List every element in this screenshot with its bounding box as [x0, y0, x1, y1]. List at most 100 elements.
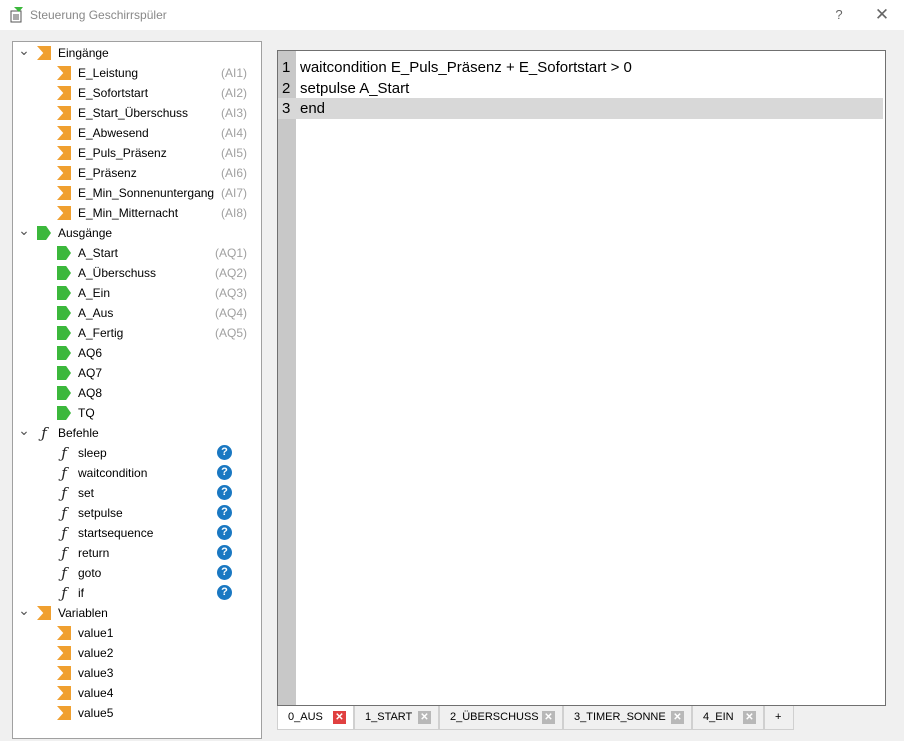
tree-item-value5[interactable]: value5 [13, 703, 261, 723]
tab-close-icon[interactable]: ✕ [418, 711, 431, 724]
code-line[interactable]: 2 setpulse A_Start [278, 78, 883, 99]
line-number: 1 [282, 59, 291, 76]
tree-item-setpulse[interactable]: ƒ setpulse? [13, 503, 261, 523]
code-line[interactable]: 3 end [278, 98, 883, 119]
tab-4-ein[interactable]: 4_EIN ✕ [692, 706, 764, 730]
tree-item-set[interactable]: ƒ set? [13, 483, 261, 503]
tree-item-e-abwesend[interactable]: E_Abwesend (AI4) [13, 123, 261, 143]
tree-group-variablen[interactable]: ⌄ Variablen [13, 603, 261, 623]
help-icon[interactable]: ? [217, 525, 232, 540]
code-text[interactable]: waitcondition E_Puls_Präsenz + E_Soforts… [300, 57, 632, 78]
tree-item-e-min-mitternacht[interactable]: E_Min_Mitternacht (AI8) [13, 203, 261, 223]
tree-label: E_Präsenz [78, 166, 137, 180]
tree-item-e-min-sonnenuntergang[interactable]: E_Min_Sonnenuntergang (AI7) [13, 183, 261, 203]
tree-item-return[interactable]: ƒ return? [13, 543, 261, 563]
title-bar: Steuerung Geschirrspüler ? ✕ [0, 0, 904, 30]
tab-close-icon[interactable]: ✕ [671, 711, 684, 724]
tree-item-e-start-überschuss[interactable]: E_Start_Überschuss (AI3) [13, 103, 261, 123]
line-number-gutter [278, 51, 296, 705]
tab-2-überschuss[interactable]: 2_ÜBERSCHUSS ✕ [439, 706, 563, 730]
output-arrow-icon [37, 226, 51, 240]
tree-alias: (AI4) [220, 126, 247, 140]
tab-1-start[interactable]: 1_START ✕ [354, 706, 439, 730]
tree-label: Ausgänge [58, 226, 113, 240]
function-icon: ƒ [61, 444, 67, 462]
help-icon[interactable]: ? [217, 585, 232, 600]
tab-label: + [775, 711, 782, 723]
add-tab-button[interactable]: + [764, 706, 794, 730]
tree-alias: (AI8) [220, 206, 247, 220]
expand-chevron-icon[interactable]: ⌄ [18, 223, 30, 243]
tree-label: TQ [78, 406, 95, 420]
tree-alias: (AI1) [220, 66, 247, 80]
function-icon: ƒ [61, 584, 67, 602]
output-arrow-icon [57, 266, 71, 280]
tree-group-befehle[interactable]: ⌄ ƒ Befehle [13, 423, 261, 443]
tree-item-goto[interactable]: ƒ goto? [13, 563, 261, 583]
input-flag-icon [37, 606, 51, 620]
tree-alias: (AI3) [220, 106, 247, 120]
tree-group-ausgänge[interactable]: ⌄ Ausgänge [13, 223, 261, 243]
code-text[interactable]: setpulse A_Start [300, 78, 409, 99]
help-icon[interactable]: ? [217, 505, 232, 520]
help-icon[interactable]: ? [217, 445, 232, 460]
tree-item-value1[interactable]: value1 [13, 623, 261, 643]
tree-group-eingänge[interactable]: ⌄ Eingänge [13, 43, 261, 63]
tree-item-if[interactable]: ƒ if? [13, 583, 261, 603]
tree-item-value4[interactable]: value4 [13, 683, 261, 703]
tree-alias: (AQ5) [214, 326, 247, 340]
tree-item-sleep[interactable]: ƒ sleep? [13, 443, 261, 463]
input-flag-icon [57, 186, 71, 200]
tree-item-aq7[interactable]: AQ7 [13, 363, 261, 383]
output-arrow-icon [57, 386, 71, 400]
tree-item-e-puls-präsenz[interactable]: E_Puls_Präsenz (AI5) [13, 143, 261, 163]
tab-3-timer-sonne[interactable]: 3_TIMER_SONNE ✕ [563, 706, 692, 730]
tree-alias: (AI7) [220, 186, 247, 200]
window-title: Steuerung Geschirrspüler [30, 8, 167, 22]
help-button[interactable]: ? [832, 5, 846, 25]
tree-label: value4 [78, 686, 114, 700]
tree-label: E_Start_Überschuss [78, 106, 189, 120]
tree-item-a-überschuss[interactable]: A_Überschuss (AQ2) [13, 263, 261, 283]
tree-alias: (AI2) [220, 86, 247, 100]
help-icon[interactable]: ? [217, 485, 232, 500]
code-line[interactable]: 1 waitcondition E_Puls_Präsenz + E_Sofort… [278, 57, 883, 78]
tree-label: A_Ein [78, 286, 111, 300]
tree-item-a-start[interactable]: A_Start (AQ1) [13, 243, 261, 263]
tab-close-icon[interactable]: ✕ [743, 711, 756, 724]
close-button[interactable]: ✕ [870, 5, 894, 25]
output-arrow-icon [57, 306, 71, 320]
tree-item-tq[interactable]: TQ [13, 403, 261, 423]
code-text[interactable]: end [300, 98, 325, 119]
tree-item-e-präsenz[interactable]: E_Präsenz (AI6) [13, 163, 261, 183]
output-arrow-icon [57, 286, 71, 300]
tree-label: E_Min_Mitternacht [78, 206, 179, 220]
tree-item-aq6[interactable]: AQ6 [13, 343, 261, 363]
help-icon[interactable]: ? [217, 545, 232, 560]
tree-item-a-fertig[interactable]: A_Fertig (AQ5) [13, 323, 261, 343]
code-editor[interactable]: 1 waitcondition E_Puls_Präsenz + E_Sofort… [277, 50, 886, 706]
tab-close-icon[interactable]: ✕ [333, 711, 346, 724]
tree-item-a-aus[interactable]: A_Aus (AQ4) [13, 303, 261, 323]
help-icon[interactable]: ? [217, 465, 232, 480]
tree-label: if [78, 586, 84, 600]
output-arrow-icon [57, 246, 71, 260]
tree-item-e-sofortstart[interactable]: E_Sofortstart (AI2) [13, 83, 261, 103]
function-icon: ƒ [61, 544, 67, 562]
tree-item-value3[interactable]: value3 [13, 663, 261, 683]
tree-item-e-leistung[interactable]: E_Leistung (AI1) [13, 63, 261, 83]
expand-chevron-icon[interactable]: ⌄ [18, 603, 30, 623]
input-flag-icon [57, 166, 71, 180]
tree-item-a-ein[interactable]: A_Ein (AQ3) [13, 283, 261, 303]
tab-0-aus[interactable]: 0_AUS ✕ [277, 706, 354, 730]
help-icon[interactable]: ? [217, 565, 232, 580]
expand-chevron-icon[interactable]: ⌄ [18, 423, 30, 443]
tree-item-startsequence[interactable]: ƒ startsequence? [13, 523, 261, 543]
tree-label: sleep [78, 446, 107, 460]
tree-item-aq8[interactable]: AQ8 [13, 383, 261, 403]
expand-chevron-icon[interactable]: ⌄ [18, 43, 30, 63]
tab-close-icon[interactable]: ✕ [542, 711, 555, 724]
symbol-tree[interactable]: ⌄ Eingänge E_Leistung (AI1) E_Sofortstart (AI… [12, 41, 262, 739]
tree-item-waitcondition[interactable]: ƒ waitcondition? [13, 463, 261, 483]
tree-item-value2[interactable]: value2 [13, 643, 261, 663]
